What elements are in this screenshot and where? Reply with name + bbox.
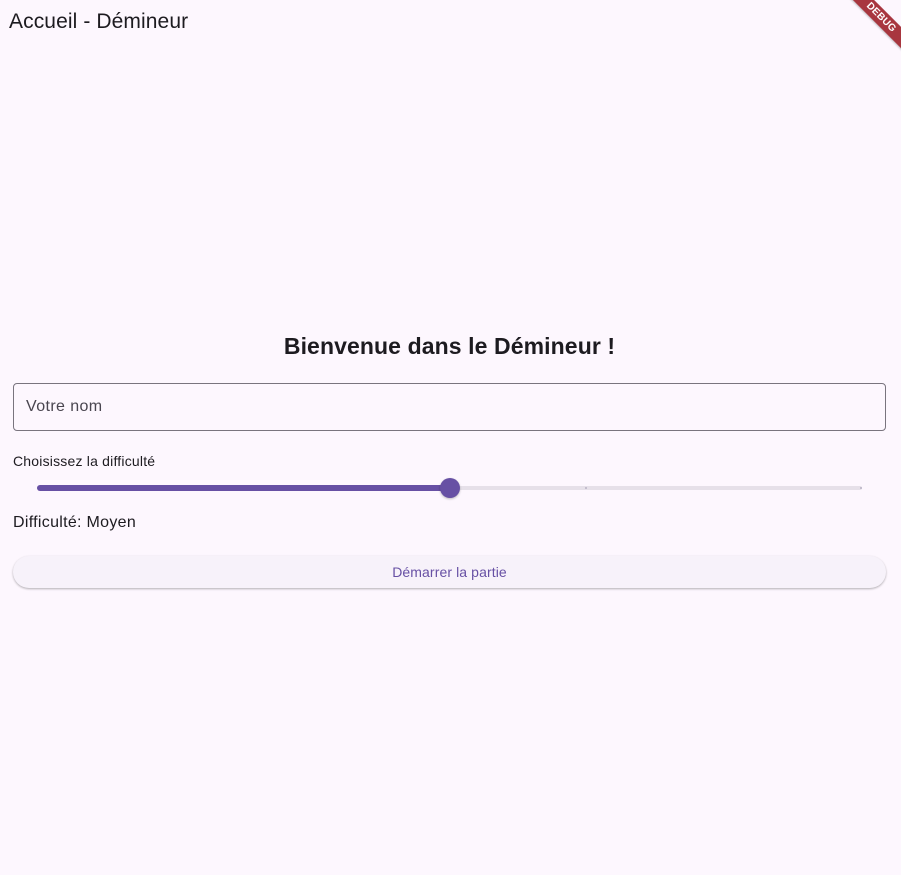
app-bar: Accueil - Démineur — [0, 0, 901, 46]
home-form: Bienvenue dans le Démineur ! Choisissez … — [13, 330, 886, 588]
slider-track-active — [37, 485, 450, 491]
name-field[interactable] — [13, 383, 886, 431]
welcome-heading: Bienvenue dans le Démineur ! — [283, 333, 616, 359]
difficulty-label: Choisissez la difficulté — [13, 453, 156, 469]
name-input[interactable] — [14, 384, 885, 430]
page-title: Accueil - Démineur — [9, 10, 189, 33]
difficulty-slider[interactable] — [13, 471, 886, 505]
slider-tick — [860, 487, 862, 489]
app-window: Accueil - Démineur DEBUG Bienvenue dans … — [0, 0, 901, 875]
difficulty-value: Difficulté: Moyen — [13, 514, 137, 531]
slider-thumb[interactable] — [439, 478, 460, 498]
start-game-button[interactable]: Démarrer la partie — [13, 556, 886, 588]
slider-tick — [585, 487, 587, 489]
